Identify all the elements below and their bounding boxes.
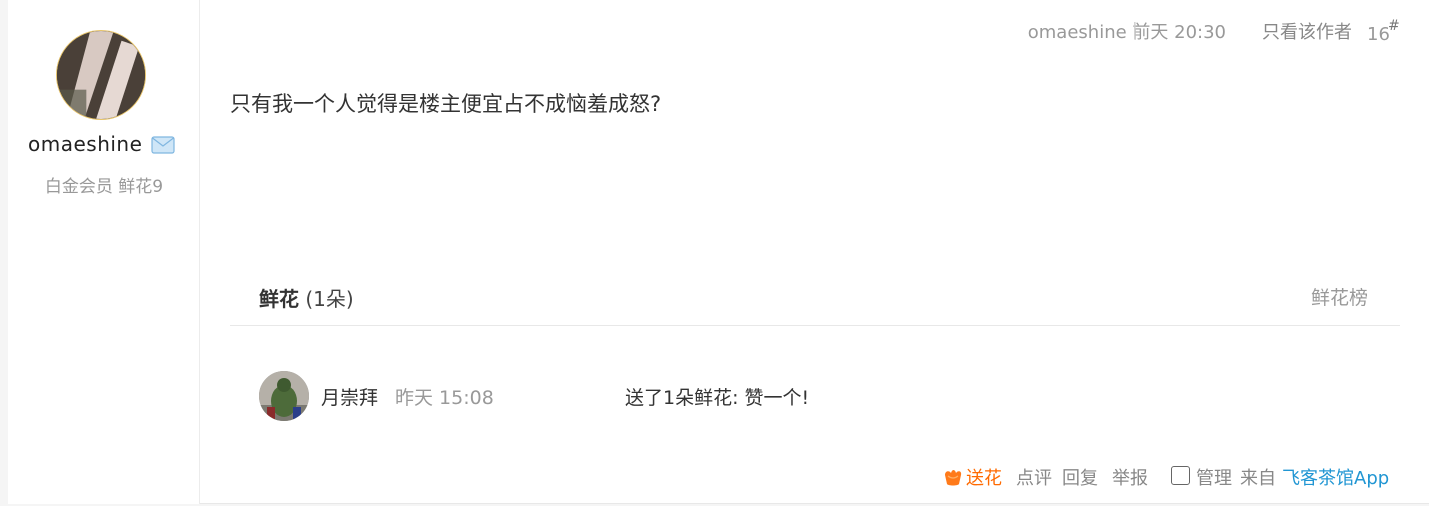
- flower-icon[interactable]: [942, 466, 964, 488]
- flower-header: 鲜花 (1朵): [259, 283, 354, 312]
- comment-button[interactable]: 点评: [1016, 464, 1052, 490]
- author-name[interactable]: omaeshine: [28, 132, 142, 156]
- author-level: 白金会员 鲜花9: [44, 177, 164, 197]
- author-avatar-image: [57, 31, 145, 119]
- floor-number[interactable]: 16: [1367, 24, 1390, 45]
- list-item: 月崇拜 昨天 15:08 送了1朵鲜花: 赞一个!: [259, 371, 1359, 421]
- post-author-time: omaeshine 前天 20:30: [1027, 22, 1226, 43]
- giver-avatar-image: [259, 371, 309, 421]
- floor-hash: #: [1388, 18, 1400, 34]
- giver-time: 昨天 15:08: [395, 387, 494, 409]
- post-card: omaeshine 白金会员 鲜花9 omaeshine 前天 20:30 | …: [8, 0, 1429, 504]
- reply-button[interactable]: 回复: [1062, 464, 1098, 490]
- post-content: 只有我一个人觉得是楼主便宜占不成恼羞成怒?: [230, 92, 662, 116]
- only-author-link[interactable]: 只看该作者: [1262, 18, 1352, 44]
- mail-icon[interactable]: [151, 136, 175, 154]
- meta-separator: |: [1132, 20, 1138, 40]
- manage-label[interactable]: 管理: [1196, 464, 1232, 490]
- author-column: omaeshine 白金会员 鲜花9: [8, 0, 200, 504]
- manage-checkbox[interactable]: [1171, 466, 1190, 485]
- send-flower-button[interactable]: 送花: [966, 464, 1002, 490]
- flower-count: (1朵): [305, 287, 354, 311]
- avatar[interactable]: [259, 371, 309, 421]
- author-avatar[interactable]: [56, 30, 146, 120]
- flower-title: 鲜花: [259, 287, 299, 311]
- report-button[interactable]: 举报: [1112, 464, 1148, 490]
- from-label: 来自: [1240, 468, 1276, 489]
- gift-message: 送了1朵鲜花: 赞一个!: [625, 387, 810, 409]
- app-link[interactable]: 飞客茶馆App: [1282, 464, 1389, 490]
- flower-rank-link[interactable]: 鲜花榜: [1311, 283, 1368, 310]
- giver-name[interactable]: 月崇拜: [321, 383, 378, 410]
- divider: [230, 325, 1400, 326]
